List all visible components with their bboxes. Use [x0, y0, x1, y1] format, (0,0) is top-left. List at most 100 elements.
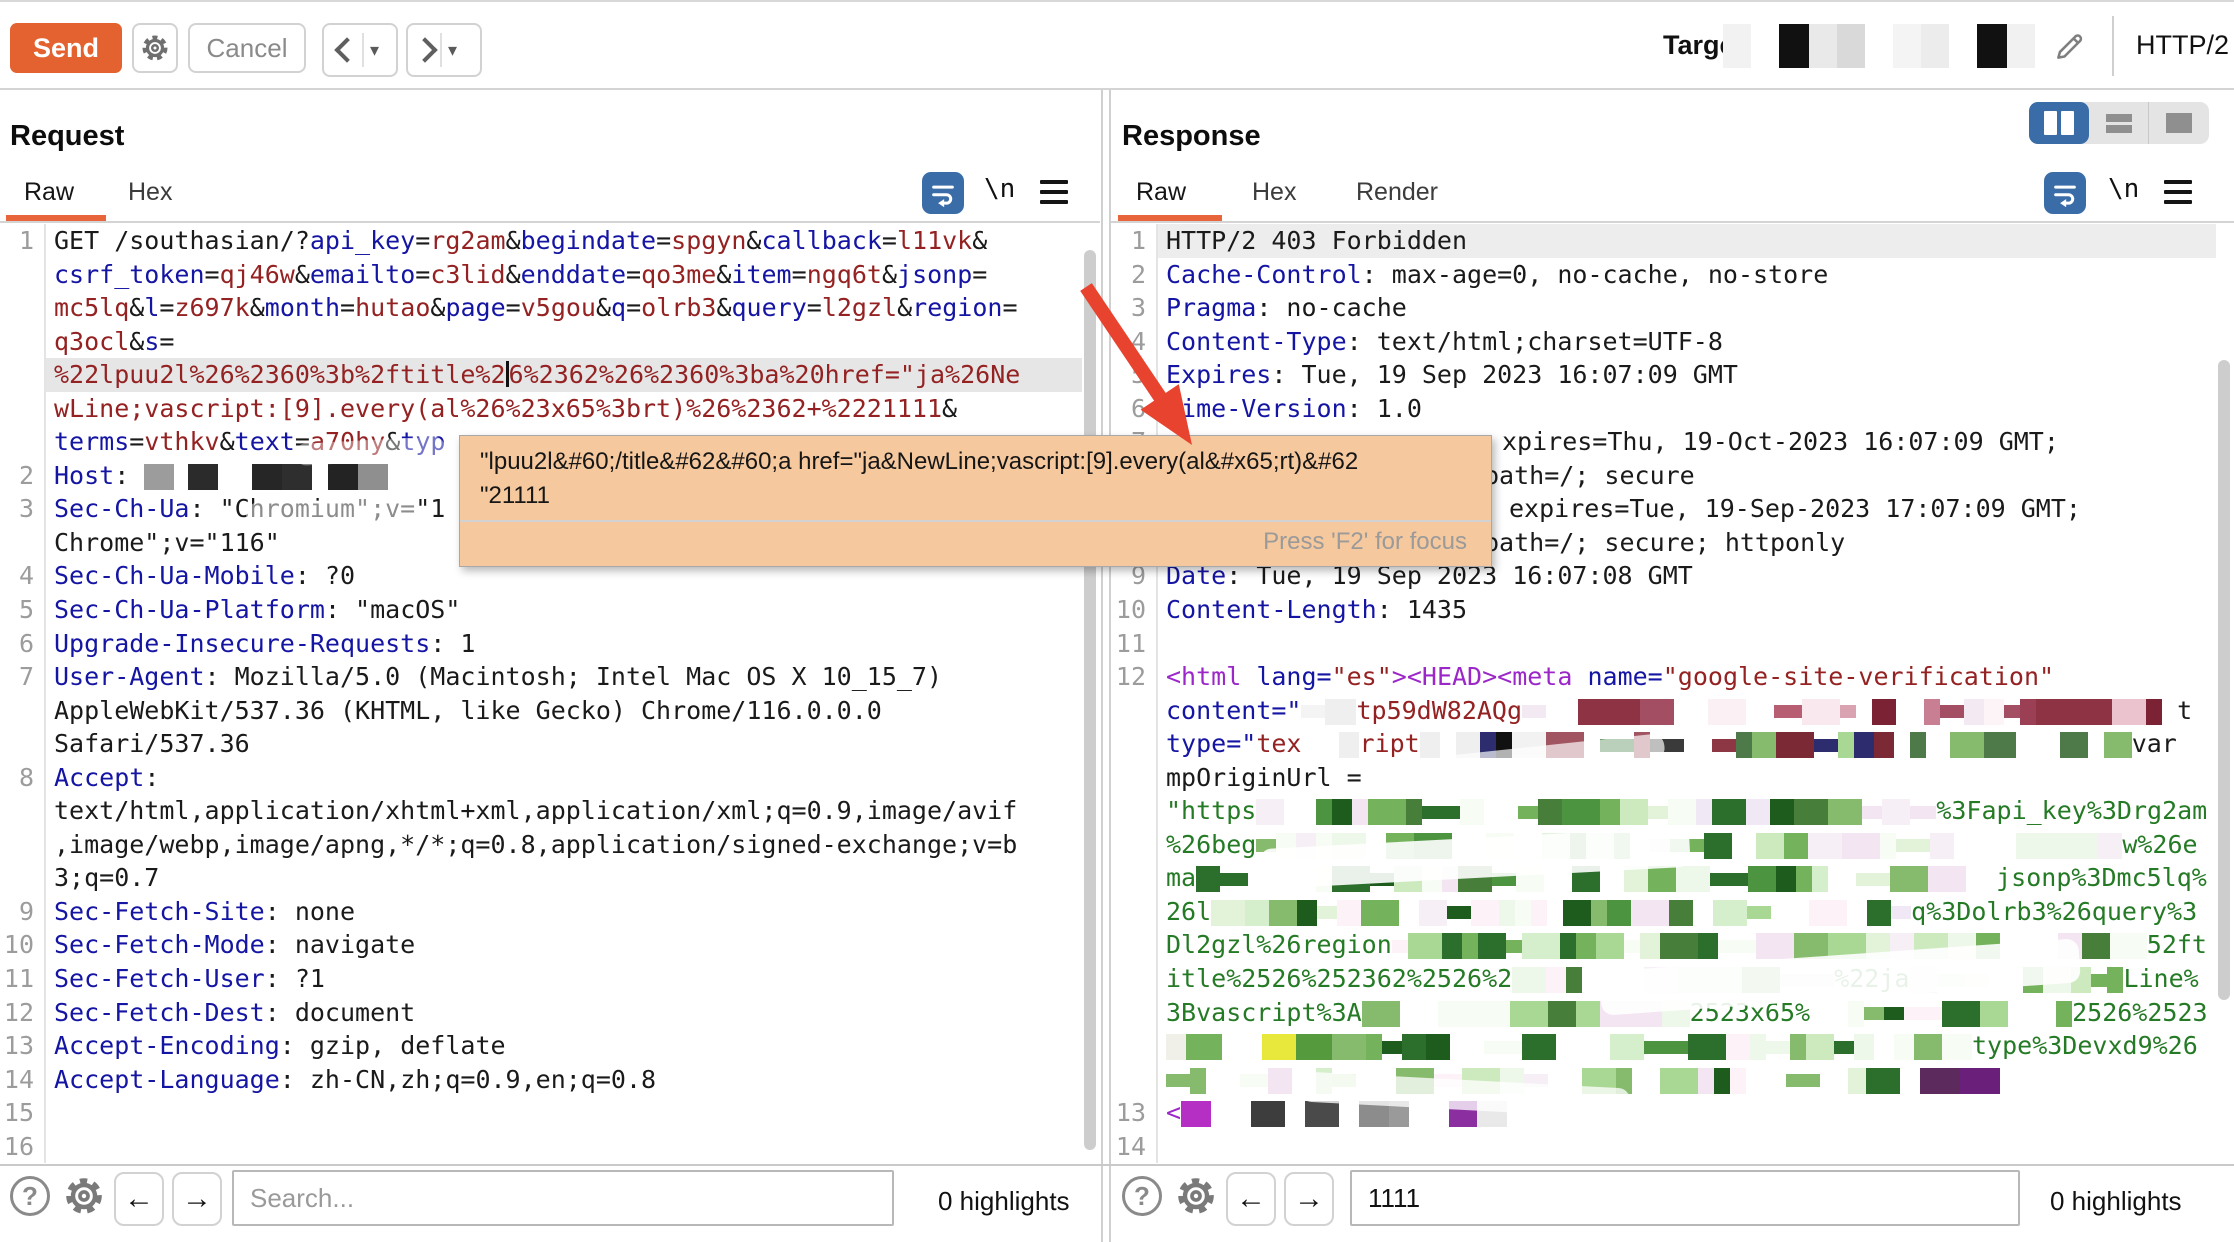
response-menu-button[interactable] [2164, 180, 2192, 204]
code-row: %22lpuu2l%26%2360%3b%2ftitle%26%2362%26%… [0, 358, 1082, 392]
code-row: 12<html lang="es"><HEAD><meta name="goog… [1110, 660, 2216, 694]
code-row: 6Mime-Version: 1.0 [1110, 392, 2216, 426]
code-row [1110, 1063, 2216, 1097]
code-row: "https%3Fapi_key%3Drg2am [1110, 794, 2216, 828]
request-scrollbar[interactable] [1084, 250, 1096, 1150]
word-wrap-toggle[interactable] [922, 172, 964, 214]
redacted-mosaic [1866, 1065, 2000, 1094]
redacted-mosaic [1810, 998, 2072, 1027]
code-row: 14 [1110, 1130, 2216, 1164]
search-settings-button[interactable] [1174, 1174, 1218, 1223]
code-row: 1HTTP/2 403 Forbidden [1110, 224, 2216, 258]
toolbar: Send Cancel ▾ ▾ Target: H [0, 0, 2234, 90]
tab-raw[interactable]: Raw [24, 178, 74, 207]
redacted-mosaic [1332, 1031, 1972, 1060]
code-row: 9Sec-Fetch-Site: none [0, 895, 1082, 929]
redacted-mosaic [1301, 696, 1356, 725]
tab-hex[interactable]: Hex [1252, 178, 1296, 207]
code-row: type%3Devxd9%26 [1110, 1029, 2216, 1063]
code-row: 6Upgrade-Insecure-Requests: 1 [0, 627, 1082, 661]
request-menu-button[interactable] [1040, 180, 1068, 204]
chevron-down-icon[interactable]: ▾ [370, 40, 379, 61]
layout-columns-button[interactable] [2029, 102, 2089, 144]
chevron-down-icon[interactable]: ▾ [448, 40, 457, 61]
word-wrap-icon [929, 179, 957, 207]
next-match-button[interactable]: → [1284, 1172, 1334, 1226]
redacted-mosaic [1211, 897, 1911, 926]
code-row: 4Content-Type: text/html;charset=UTF-8 [1110, 325, 2216, 359]
prev-match-button[interactable]: ← [114, 1172, 164, 1226]
code-row: 12Sec-Fetch-Dest: document [0, 996, 1082, 1030]
response-editor[interactable]: 1HTTP/2 403 Forbidden2Cache-Control: max… [1110, 224, 2216, 1164]
code-row: AppleWebKit/537.36 (KHTML, like Gecko) C… [0, 694, 1082, 728]
highlight-count: 0 highlights [938, 1186, 1070, 1217]
highlight-count: 0 highlights [2050, 1186, 2182, 1217]
code-row: csrf_token=qj46w&emailto=c3lid&enddate=q… [0, 258, 1082, 292]
code-row: mpOriginUrl = [1110, 761, 2216, 795]
request-editor[interactable]: 1GET /southasian/?api_key=rg2am&begindat… [0, 224, 1082, 1164]
redacted-mosaic [144, 461, 388, 490]
code-row: mc5lq&l=z697k&month=hutao&page=v5gou&q=o… [0, 291, 1082, 325]
code-row: 14Accept-Language: zh-CN,zh;q=0.9,en;q=0… [0, 1063, 1082, 1097]
protocol-label[interactable]: HTTP/2 [2136, 30, 2229, 61]
chevron-left-icon [334, 37, 359, 62]
newline-toggle[interactable]: \n [2108, 174, 2139, 204]
response-panel-title: Response [1122, 120, 1261, 153]
code-row: 3Pragma: no-cache [1110, 291, 2216, 325]
code-row: wLine;vascript:[9].every(al%26%23x65%3br… [0, 392, 1082, 426]
prev-match-button[interactable]: ← [1226, 1172, 1276, 1226]
chevron-right-icon [412, 37, 437, 62]
help-icon[interactable]: ? [10, 1176, 50, 1216]
code-row: q3ocl&s= [0, 325, 1082, 359]
code-row: ,image/webp,image/apng,*/*;q=0.8,applica… [0, 828, 1082, 862]
gear-icon [62, 1174, 106, 1218]
tooltip-focus-hint: Press 'F2' for focus [1263, 528, 1467, 556]
target-value-redacted [1723, 22, 2035, 70]
panel-splitter[interactable] [1101, 90, 1103, 1242]
redacted-mosaic [1166, 1031, 1332, 1060]
word-wrap-toggle[interactable] [2044, 172, 2086, 214]
edit-target-button[interactable] [2046, 24, 2092, 70]
code-row: 10Content-Length: 1435 [1110, 593, 2216, 627]
code-row: text/html,application/xhtml+xml,applicat… [0, 794, 1082, 828]
tab-hex[interactable]: Hex [128, 178, 172, 207]
tab-render[interactable]: Render [1356, 178, 1438, 207]
word-wrap-icon [2051, 179, 2079, 207]
code-row: 7User-Agent: Mozilla/5.0 (Macintosh; Int… [0, 660, 1082, 694]
tooltip-decoded-text-line2: "21111 [480, 482, 550, 510]
toolbar-divider [2112, 16, 2114, 76]
code-row: Safari/537.36 [0, 727, 1082, 761]
code-row: 1GET /southasian/?api_key=rg2am&begindat… [0, 224, 1082, 258]
search-input[interactable] [232, 1170, 894, 1226]
request-search-bar: ? ← → 0 highlights [0, 1166, 1100, 1242]
code-row: 16 [0, 1130, 1082, 1164]
next-match-button[interactable]: → [172, 1172, 222, 1226]
request-panel-title: Request [10, 120, 124, 153]
request-settings-button[interactable] [132, 23, 178, 73]
code-row: 26lq%3Dolrb3%26query%3 [1110, 895, 2216, 929]
cancel-button[interactable]: Cancel [188, 23, 306, 73]
newline-toggle[interactable]: \n [984, 174, 1015, 204]
history-back-button[interactable]: ▾ [322, 23, 398, 77]
tab-raw[interactable]: Raw [1136, 178, 1186, 207]
code-row: 11Sec-Fetch-User: ?1 [0, 962, 1082, 996]
search-settings-button[interactable] [62, 1174, 106, 1223]
layout-single-button[interactable] [2149, 102, 2209, 144]
code-row: 5Sec-Ch-Ua-Platform: "macOS" [0, 593, 1082, 627]
history-forward-button[interactable]: ▾ [406, 23, 482, 77]
send-button[interactable]: Send [10, 23, 122, 73]
code-row: 13Accept-Encoding: gzip, deflate [0, 1029, 1082, 1063]
code-row: 11 [1110, 627, 2216, 661]
search-input[interactable] [1350, 1170, 2020, 1226]
layout-toggle-group [2029, 102, 2209, 144]
help-icon[interactable]: ? [1122, 1176, 1162, 1216]
response-scrollbar[interactable] [2218, 360, 2230, 1000]
code-row: content="tp59dW82AQg t [1110, 694, 2216, 728]
redacted-mosaic [1256, 796, 1936, 825]
layout-rows-button[interactable] [2089, 102, 2150, 144]
code-row: 10Sec-Fetch-Mode: navigate [0, 928, 1082, 962]
tooltip-decoded-text-line1: "lpuu2l&#60;/title&#62&#60;a href="ja&Ne… [480, 448, 1358, 476]
code-row: 2Cache-Control: max-age=0, no-cache, no-… [1110, 258, 2216, 292]
redacted-mosaic [1522, 696, 2162, 725]
code-row: 13< [1110, 1096, 2216, 1130]
